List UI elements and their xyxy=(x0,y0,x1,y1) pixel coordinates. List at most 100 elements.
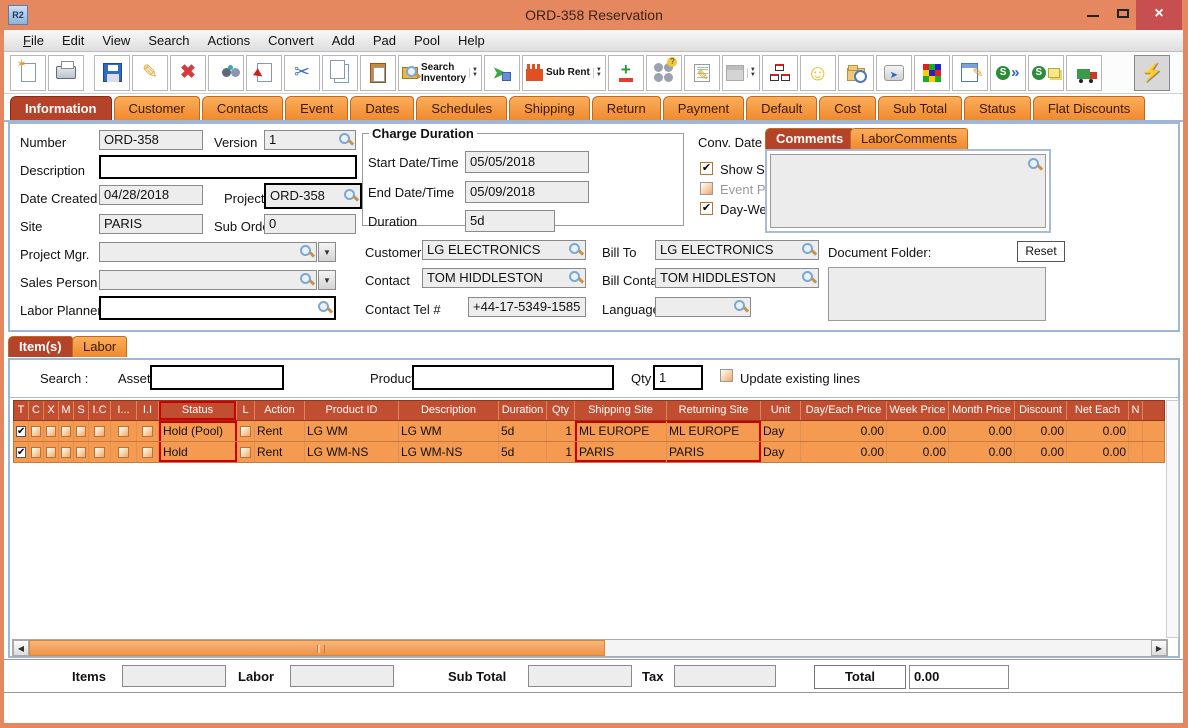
menu-convert[interactable]: Convert xyxy=(259,33,323,48)
cell-extra[interactable] xyxy=(1129,421,1143,441)
row-checkbox[interactable] xyxy=(142,447,153,458)
sub-rent-dropdown[interactable]: ▼▼ xyxy=(593,68,602,78)
row-checkbox[interactable] xyxy=(240,426,251,437)
cell-checkbox[interactable] xyxy=(29,442,44,462)
start-date-field[interactable]: 05/05/2018 xyxy=(465,151,589,173)
cell-net_each[interactable]: 0.00 xyxy=(1067,421,1129,441)
tab-shipping[interactable]: Shipping xyxy=(509,96,590,120)
cell-checkbox[interactable] xyxy=(59,421,74,441)
customer-field[interactable]: LG ELECTRONICS xyxy=(422,240,586,260)
cell-month_price[interactable]: 0.00 xyxy=(949,442,1015,462)
project-mgr-field[interactable] xyxy=(99,242,317,262)
cell-checkbox[interactable] xyxy=(59,442,74,462)
cell-extra[interactable] xyxy=(1129,442,1143,462)
update-lines-checkbox[interactable] xyxy=(720,369,733,382)
calendar-dropdown[interactable]: ▼▼ xyxy=(747,68,756,78)
sub-rent-button[interactable]: Sub Rent ▼▼ xyxy=(522,55,606,91)
cell-action[interactable]: Rent xyxy=(255,421,305,441)
grid-col-returning-site[interactable]: Returning Site xyxy=(667,401,761,420)
tab-payment[interactable]: Payment xyxy=(663,96,744,120)
grid-col-c[interactable]: C xyxy=(29,401,44,420)
notes-button[interactable]: ✎ xyxy=(684,55,720,91)
total-button[interactable]: Total xyxy=(814,665,906,689)
tab-cost[interactable]: Cost xyxy=(819,96,876,120)
labor-planner-field[interactable] xyxy=(99,296,336,320)
edit-button[interactable]: ✎ xyxy=(132,55,168,91)
print-button[interactable] xyxy=(48,55,84,91)
table-row[interactable]: ✔Hold (Pool)RentLG WMLG WM5d1ML EUROPEML… xyxy=(13,421,1165,442)
cell-checkbox[interactable]: ✔ xyxy=(14,442,29,462)
cell-day_each_price[interactable]: 0.00 xyxy=(801,442,887,462)
cell-description[interactable]: LG WM xyxy=(399,421,499,441)
price-notes-button[interactable]: S xyxy=(1028,55,1064,91)
grid-col-n[interactable]: N xyxy=(1129,401,1143,420)
grid-col-unit[interactable]: Unit xyxy=(761,401,801,420)
project-field[interactable]: ORD-358 xyxy=(264,183,362,209)
cell-net_each[interactable]: 0.00 xyxy=(1067,442,1129,462)
reset-button[interactable]: Reset xyxy=(1017,241,1065,262)
tab-event[interactable]: Event xyxy=(285,96,348,120)
cell-checkbox[interactable] xyxy=(44,421,59,441)
cell-week_price[interactable]: 0.00 xyxy=(887,421,949,441)
project-mgr-dropdown[interactable]: ▼ xyxy=(318,242,336,262)
duration-field[interactable]: 5d xyxy=(465,210,555,232)
cell-checkbox[interactable] xyxy=(111,421,137,441)
scrollbar-thumb[interactable] xyxy=(29,640,605,656)
menu-help[interactable]: Help xyxy=(449,33,494,48)
sales-person-field[interactable] xyxy=(99,270,317,290)
search-icon[interactable] xyxy=(734,300,748,314)
version-field[interactable]: 1 xyxy=(264,130,356,150)
grid-col-discount[interactable]: Discount xyxy=(1015,401,1067,420)
cell-qty[interactable]: 1 xyxy=(547,421,575,441)
row-checkbox[interactable] xyxy=(94,447,105,458)
tab-schedules[interactable]: Schedules xyxy=(416,96,507,120)
send-button[interactable]: ➤ xyxy=(876,55,912,91)
quick-action-button[interactable]: ⚡ xyxy=(1134,55,1170,91)
price-forward-button[interactable]: S» xyxy=(990,55,1026,91)
dwm-pricing-checkbox[interactable]: ✔ xyxy=(700,202,713,215)
cell-product_id[interactable]: LG WM-NS xyxy=(305,442,399,462)
grid-col-m[interactable]: M xyxy=(59,401,74,420)
menu-view[interactable]: View xyxy=(93,33,139,48)
cell-unit[interactable]: Day xyxy=(761,421,801,441)
qty-input[interactable]: 1 xyxy=(653,365,703,390)
search-icon[interactable] xyxy=(344,189,358,203)
tab-flat-discounts[interactable]: Flat Discounts xyxy=(1033,96,1145,120)
row-checkbox[interactable] xyxy=(46,426,56,437)
cell-qty[interactable]: 1 xyxy=(547,442,575,462)
cell-discount[interactable]: 0.00 xyxy=(1015,442,1067,462)
row-checkbox[interactable] xyxy=(240,447,251,458)
search-icon[interactable] xyxy=(300,245,314,259)
row-checkbox[interactable] xyxy=(76,426,86,437)
grid-col-description[interactable]: Description xyxy=(399,401,499,420)
grid-col-s[interactable]: S xyxy=(74,401,89,420)
cell-checkbox[interactable] xyxy=(74,421,89,441)
grid-col-net-each[interactable]: Net Each xyxy=(1067,401,1129,420)
folder-history-button[interactable] xyxy=(838,55,874,91)
bill-contact-field[interactable]: TOM HIDDLESTON xyxy=(655,268,819,288)
tab-dates[interactable]: Dates xyxy=(350,96,414,120)
smiley-button[interactable]: ☺ xyxy=(800,55,836,91)
table-row[interactable]: ✔HoldRentLG WM-NSLG WM-NS5d1PARISPARISDa… xyxy=(13,442,1165,463)
cell-week_price[interactable]: 0.00 xyxy=(887,442,949,462)
search-inventory-dropdown[interactable]: ▼▼ xyxy=(469,68,478,78)
contact-field[interactable]: TOM HIDDLESTON xyxy=(422,268,586,288)
event-pricing-checkbox[interactable] xyxy=(700,182,713,195)
search-inventory-button[interactable]: SearchInventory ▼▼ xyxy=(398,55,482,91)
tab-return[interactable]: Return xyxy=(592,96,661,120)
menu-actions[interactable]: Actions xyxy=(199,33,260,48)
cell-unit[interactable]: Day xyxy=(761,442,801,462)
contact-tel-field[interactable]: +44-17-5349-1585 xyxy=(468,297,586,317)
cell-shipping_site[interactable]: PARIS xyxy=(575,442,667,462)
asset-input[interactable] xyxy=(150,365,284,390)
search-icon[interactable] xyxy=(1028,158,1042,172)
menu-search[interactable]: Search xyxy=(139,33,198,48)
cell-returning_site[interactable]: PARIS xyxy=(667,442,761,462)
grid-col-x[interactable]: X xyxy=(44,401,59,420)
tab-sub-total[interactable]: Sub Total xyxy=(878,96,962,120)
cell-returning_site[interactable]: ML EUROPE xyxy=(667,421,761,441)
horizontal-scrollbar[interactable]: ◀ ▶ xyxy=(12,639,1168,657)
add-remove-button[interactable]: + xyxy=(608,55,644,91)
bill-to-field[interactable]: LG ELECTRONICS xyxy=(655,240,819,260)
find-button[interactable] xyxy=(208,55,244,91)
